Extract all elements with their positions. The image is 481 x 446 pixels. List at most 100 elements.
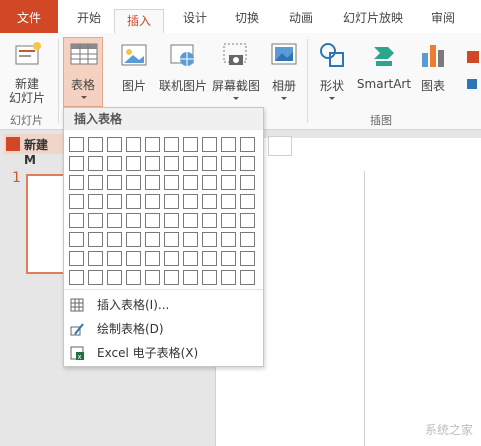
table-grid-cell[interactable] [145, 232, 160, 247]
table-grid-cell[interactable] [88, 175, 103, 190]
addin-icon[interactable] [465, 49, 481, 99]
table-grid-cell[interactable] [107, 232, 122, 247]
table-grid-cell[interactable] [145, 251, 160, 266]
table-grid-cell[interactable] [202, 251, 217, 266]
draw-table-menu-item[interactable]: 绘制表格(D) [64, 317, 263, 341]
table-grid-cell[interactable] [145, 213, 160, 228]
table-grid-cell[interactable] [164, 213, 179, 228]
table-grid-cell[interactable] [126, 213, 141, 228]
table-grid-cell[interactable] [202, 194, 217, 209]
table-grid-cell[interactable] [183, 270, 198, 285]
table-grid-cell[interactable] [221, 232, 236, 247]
table-grid-cell[interactable] [69, 232, 84, 247]
table-grid-cell[interactable] [88, 137, 103, 152]
table-grid-cell[interactable] [183, 156, 198, 171]
table-size-grid[interactable] [69, 137, 258, 285]
table-grid-cell[interactable] [240, 194, 255, 209]
screenshot-button[interactable]: 屏幕截图 [210, 39, 262, 109]
table-grid-cell[interactable] [107, 137, 122, 152]
photo-album-button[interactable]: 相册 [266, 39, 302, 109]
shapes-button[interactable]: 形状 [314, 39, 350, 109]
table-grid-cell[interactable] [164, 194, 179, 209]
table-button[interactable]: 表格 [63, 37, 103, 107]
table-grid-cell[interactable] [202, 213, 217, 228]
picture-button[interactable]: 图片 [117, 39, 151, 99]
table-grid-cell[interactable] [69, 270, 84, 285]
slide-thumbnail[interactable] [26, 174, 68, 274]
table-grid-cell[interactable] [164, 156, 179, 171]
table-grid-cell[interactable] [145, 175, 160, 190]
table-grid-cell[interactable] [145, 156, 160, 171]
table-grid-cell[interactable] [202, 156, 217, 171]
table-grid-cell[interactable] [164, 270, 179, 285]
table-grid-cell[interactable] [126, 251, 141, 266]
table-grid-cell[interactable] [107, 251, 122, 266]
table-grid-cell[interactable] [69, 156, 84, 171]
table-grid-cell[interactable] [88, 232, 103, 247]
table-grid-cell[interactable] [202, 175, 217, 190]
table-grid-cell[interactable] [240, 232, 255, 247]
table-grid-cell[interactable] [164, 232, 179, 247]
table-grid-cell[interactable] [164, 251, 179, 266]
table-grid-cell[interactable] [69, 251, 84, 266]
table-grid-cell[interactable] [126, 194, 141, 209]
table-grid-cell[interactable] [221, 175, 236, 190]
table-grid-cell[interactable] [126, 175, 141, 190]
table-grid-cell[interactable] [88, 156, 103, 171]
table-grid-cell[interactable] [164, 137, 179, 152]
online-picture-button[interactable]: 联机图片 [158, 39, 208, 99]
table-grid-cell[interactable] [240, 270, 255, 285]
tab-animations[interactable]: 动画 [284, 0, 318, 33]
table-grid-cell[interactable] [126, 156, 141, 171]
table-grid-cell[interactable] [183, 251, 198, 266]
excel-spreadsheet-menu-item[interactable]: x Excel 电子表格(X) [64, 341, 263, 365]
table-grid-cell[interactable] [88, 251, 103, 266]
table-grid-cell[interactable] [221, 270, 236, 285]
table-grid-cell[interactable] [107, 194, 122, 209]
table-grid-cell[interactable] [183, 213, 198, 228]
table-grid-cell[interactable] [126, 270, 141, 285]
table-grid-cell[interactable] [221, 251, 236, 266]
table-grid-cell[interactable] [202, 270, 217, 285]
table-grid-cell[interactable] [221, 137, 236, 152]
tab-design[interactable]: 设计 [178, 0, 212, 33]
zoom-field[interactable] [268, 136, 292, 156]
chart-button[interactable]: 图表 [416, 39, 450, 99]
table-grid-cell[interactable] [88, 194, 103, 209]
table-grid-cell[interactable] [69, 175, 84, 190]
table-grid-cell[interactable] [183, 137, 198, 152]
table-grid-cell[interactable] [202, 232, 217, 247]
table-grid-cell[interactable] [183, 175, 198, 190]
table-grid-cell[interactable] [107, 156, 122, 171]
table-grid-cell[interactable] [145, 137, 160, 152]
table-grid-cell[interactable] [221, 213, 236, 228]
table-grid-cell[interactable] [240, 213, 255, 228]
table-grid-cell[interactable] [107, 213, 122, 228]
tab-file[interactable]: 文件 [0, 0, 58, 33]
table-grid-cell[interactable] [107, 270, 122, 285]
table-grid-cell[interactable] [164, 175, 179, 190]
tab-home[interactable]: 开始 [72, 0, 106, 33]
table-grid-cell[interactable] [126, 232, 141, 247]
table-grid-cell[interactable] [88, 270, 103, 285]
table-grid-cell[interactable] [69, 137, 84, 152]
table-grid-cell[interactable] [126, 137, 141, 152]
smartart-button[interactable]: SmartArt [354, 39, 414, 99]
new-slide-button[interactable]: 新建 幻灯片 [4, 39, 50, 109]
table-grid-cell[interactable] [88, 213, 103, 228]
insert-table-menu-item[interactable]: 插入表格(I)... [64, 293, 263, 317]
table-grid-cell[interactable] [221, 156, 236, 171]
table-grid-cell[interactable] [240, 175, 255, 190]
tab-insert[interactable]: 插入 [114, 9, 164, 34]
table-grid-cell[interactable] [145, 270, 160, 285]
table-grid-cell[interactable] [183, 232, 198, 247]
table-grid-cell[interactable] [240, 137, 255, 152]
table-grid-cell[interactable] [145, 194, 160, 209]
tab-review[interactable]: 审阅 [426, 0, 460, 33]
table-grid-cell[interactable] [69, 213, 84, 228]
table-grid-cell[interactable] [183, 194, 198, 209]
tab-slideshow[interactable]: 幻灯片放映 [336, 0, 410, 33]
table-grid-cell[interactable] [221, 194, 236, 209]
table-grid-cell[interactable] [69, 194, 84, 209]
table-grid-cell[interactable] [202, 137, 217, 152]
